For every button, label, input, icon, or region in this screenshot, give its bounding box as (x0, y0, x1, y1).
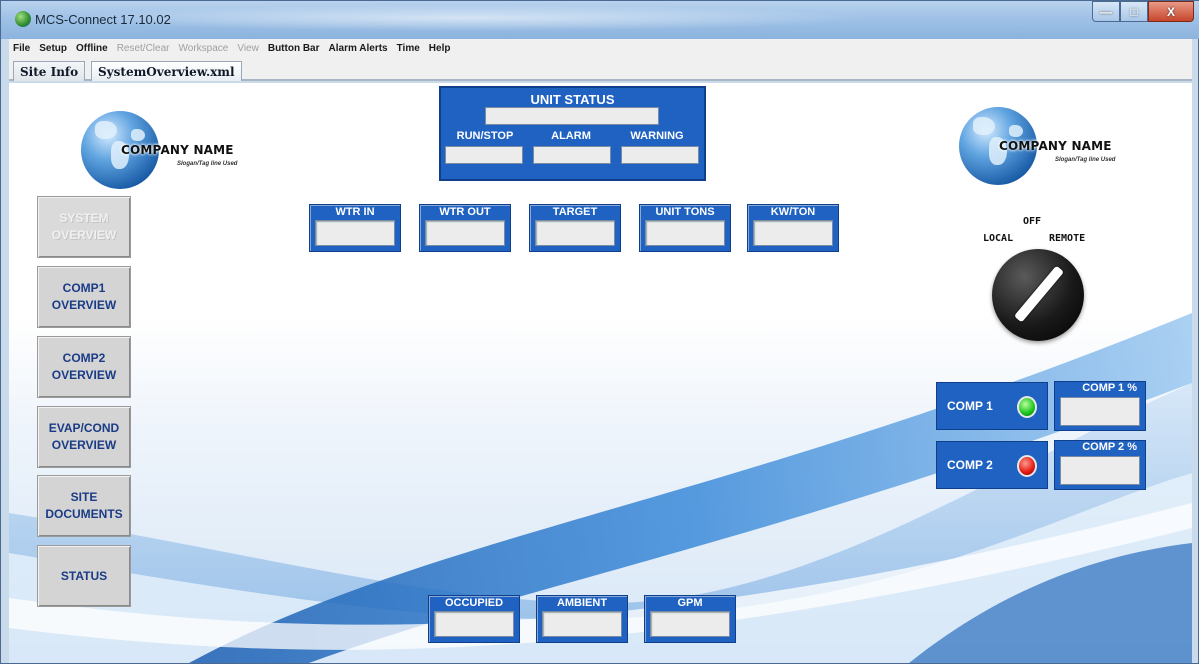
occupied-value (434, 611, 514, 637)
gpm-readout: GPM (644, 595, 736, 643)
run-stop-field (445, 146, 523, 164)
unit-tons-value (645, 220, 725, 246)
wtr-in-label: WTR IN (335, 206, 375, 218)
close-icon: X (1166, 4, 1175, 19)
company-name: COMPANY NAME (121, 143, 234, 157)
local-remote-selector-knob[interactable] (992, 249, 1084, 341)
company-slogan: Slogan/Tag line Used (1055, 157, 1116, 163)
target-value (535, 220, 615, 246)
ambient-readout: AMBIENT (536, 595, 628, 643)
title-glow (61, 5, 871, 31)
company-slogan: Slogan/Tag line Used (177, 161, 238, 167)
menu-workspace: Workspace (178, 42, 229, 54)
selector-local-label: LOCAL (983, 233, 1014, 244)
wtr-out-readout: WTR OUT (419, 204, 511, 252)
comp1-status-button[interactable]: COMP 1 (936, 382, 1048, 430)
menu-offline[interactable]: Offline (72, 43, 113, 54)
comp2-overview-button[interactable]: COMP2 OVERVIEW (37, 336, 131, 398)
system-overview-canvas: COMPANY NAME Slogan/Tag line Used COMPAN… (9, 83, 1192, 663)
run-stop-label: RUN/STOP (456, 130, 514, 142)
close-button[interactable]: X (1148, 1, 1194, 22)
wtr-out-value (425, 220, 505, 246)
menu-help[interactable]: Help (425, 43, 456, 54)
menu-button-bar[interactable]: Button Bar (264, 43, 325, 54)
tab-site-info[interactable]: Site Info (13, 61, 86, 81)
comp1-label: COMP 1 (947, 399, 993, 413)
maximize-button[interactable]: □ (1120, 1, 1148, 22)
minimize-icon: — (1100, 4, 1112, 19)
comp2-status-led-icon (1017, 455, 1037, 477)
kw-ton-readout: KW/TON (747, 204, 839, 252)
menu-setup[interactable]: Setup (35, 43, 72, 54)
system-overview-button: SYSTEM OVERVIEW (37, 196, 131, 258)
knob-pointer (1013, 265, 1065, 323)
target-label: TARGET (552, 206, 598, 218)
kw-ton-label: KW/TON (770, 206, 816, 218)
comp2-percent-readout: COMP 2 % (1054, 440, 1146, 490)
menu-view: View (237, 42, 259, 54)
comp1-percent-value (1060, 397, 1140, 426)
target-readout: TARGET (529, 204, 621, 252)
alarm-label: ALARM (551, 130, 591, 142)
menu-alarm-alerts[interactable]: Alarm Alerts (325, 43, 393, 54)
occupied-readout: OCCUPIED (428, 595, 520, 643)
alarm-field (533, 146, 611, 164)
ambient-label: AMBIENT (556, 597, 608, 609)
unit-tons-label: UNIT TONS (655, 206, 715, 218)
selector-remote-label: REMOTE (1049, 233, 1086, 244)
company-name: COMPANY NAME (999, 139, 1112, 153)
tab-system-overview[interactable]: SystemOverview.xml (91, 61, 242, 81)
comp2-label: COMP 2 (947, 458, 993, 472)
gpm-value (650, 611, 730, 637)
app-globe-icon[interactable] (15, 11, 31, 27)
company-logo-right: COMPANY NAME Slogan/Tag line Used (959, 107, 1149, 187)
comp2-percent-value (1060, 456, 1140, 485)
app-window: MCS-Connect 17.10.02 — □ X File Setup Of… (0, 0, 1199, 664)
unit-status-title: UNIT STATUS (530, 92, 615, 107)
unit-tons-readout: UNIT TONS (639, 204, 731, 252)
wtr-in-value (315, 220, 395, 246)
comp1-percent-readout: COMP 1 % (1054, 381, 1146, 431)
warning-field (621, 146, 699, 164)
menu-reset-clear: Reset/Clear (116, 42, 170, 54)
company-logo-left: COMPANY NAME Slogan/Tag line Used (81, 111, 271, 191)
comp1-status-led-icon (1017, 396, 1037, 418)
menu-bar: File Setup Offline Reset/Clear Workspace… (9, 39, 1192, 57)
site-documents-button[interactable]: SITE DOCUMENTS (37, 475, 131, 537)
window-controls: — □ X (1092, 1, 1194, 23)
ambient-value (542, 611, 622, 637)
occupied-label: OCCUPIED (444, 597, 504, 609)
comp1-percent-label: COMP 1 % (1082, 382, 1137, 394)
wtr-out-label: WTR OUT (439, 206, 491, 218)
minimize-button[interactable]: — (1092, 1, 1120, 22)
comp2-status-button[interactable]: COMP 2 (936, 441, 1048, 489)
title-bar[interactable]: MCS-Connect 17.10.02 — □ X (1, 1, 1199, 39)
warning-label: WARNING (630, 130, 684, 142)
selector-off-label: OFF (1023, 216, 1042, 227)
window-title: MCS-Connect 17.10.02 (35, 12, 171, 27)
comp1-overview-button[interactable]: COMP1 OVERVIEW (37, 266, 131, 328)
tab-strip: Site Info SystemOverview.xml (9, 57, 1192, 81)
evap-cond-overview-button[interactable]: EVAP/COND OVERVIEW (37, 406, 131, 468)
gpm-label: GPM (677, 597, 703, 609)
menu-file[interactable]: File (9, 43, 35, 54)
kw-ton-value (753, 220, 833, 246)
wtr-in-readout: WTR IN (309, 204, 401, 252)
unit-status-field (485, 107, 659, 125)
menu-time[interactable]: Time (393, 43, 425, 54)
status-button[interactable]: STATUS (37, 545, 131, 607)
unit-status-panel: UNIT STATUS RUN/STOP ALARM WARNING (439, 86, 706, 181)
comp2-percent-label: COMP 2 % (1082, 441, 1137, 453)
maximize-icon: □ (1130, 4, 1138, 19)
